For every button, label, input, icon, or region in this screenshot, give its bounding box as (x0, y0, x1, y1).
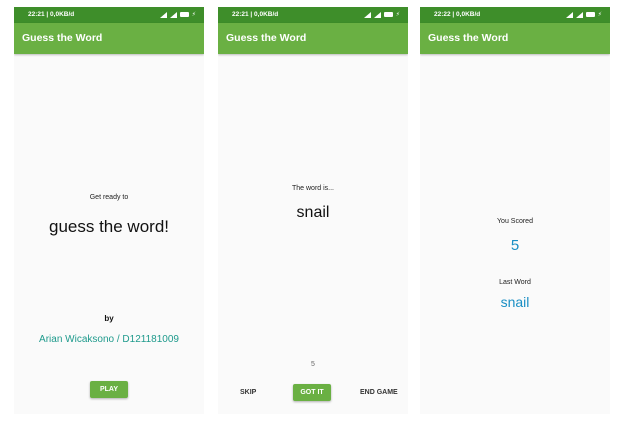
status-icons: ⚡ (159, 11, 196, 18)
battery-icon (585, 12, 595, 17)
signal-icon (363, 11, 371, 18)
battery-icon (179, 12, 189, 17)
status-time: 22:21 | 0,0KB/d (232, 11, 279, 18)
signal-icon (565, 11, 573, 18)
app-title: Guess the Word (428, 32, 509, 44)
current-word: snail (296, 204, 330, 221)
get-ready-label: Get ready to (89, 194, 129, 201)
score-screen: 22:22 | 0,0KB/d ⚡ Guess the Word You Sco… (420, 7, 610, 414)
by-label: by (104, 314, 114, 323)
charging-icon: ⚡ (395, 12, 400, 18)
app-title: Guess the Word (226, 32, 307, 44)
author-name: Arian Wicaksono / D121181009 (39, 334, 179, 345)
signal-icon (575, 11, 583, 18)
you-scored-label: You Scored (497, 218, 533, 225)
status-time: 22:21 | 0,0KB/d (28, 11, 75, 18)
app-bar: Guess the Word (218, 23, 408, 54)
final-score: 5 (510, 237, 520, 254)
status-icons: ⚡ (565, 11, 602, 18)
signal-icon (373, 11, 381, 18)
play-button[interactable]: PLAY (90, 381, 128, 398)
app-bar: Guess the Word (420, 23, 610, 54)
game-screen: 22:21 | 0,0KB/d ⚡ Guess the Word The wor… (218, 7, 408, 414)
end-game-button[interactable]: END GAME (360, 389, 398, 396)
word-is-label: The word is... (291, 185, 334, 192)
last-word: snail (500, 294, 530, 310)
last-word-label: Last Word (499, 279, 531, 286)
status-time: 22:22 | 0,0KB/d (434, 11, 481, 18)
skip-button[interactable]: SKIP (240, 389, 256, 396)
got-it-button[interactable]: GOT IT (293, 384, 331, 401)
charging-icon: ⚡ (597, 12, 602, 18)
score-text: 5 (311, 361, 315, 368)
status-bar: 22:22 | 0,0KB/d ⚡ (420, 7, 610, 23)
status-icons: ⚡ (363, 11, 400, 18)
charging-icon: ⚡ (191, 12, 196, 18)
app-bar: Guess the Word (14, 23, 204, 54)
headline-text: guess the word! (48, 217, 169, 236)
signal-icon (169, 11, 177, 18)
signal-icon (159, 11, 167, 18)
app-title: Guess the Word (22, 32, 103, 44)
title-screen: 22:21 | 0,0KB/d ⚡ Guess the Word Get rea… (14, 7, 204, 414)
status-bar: 22:21 | 0,0KB/d ⚡ (218, 7, 408, 23)
status-bar: 22:21 | 0,0KB/d ⚡ (14, 7, 204, 23)
battery-icon (383, 12, 393, 17)
